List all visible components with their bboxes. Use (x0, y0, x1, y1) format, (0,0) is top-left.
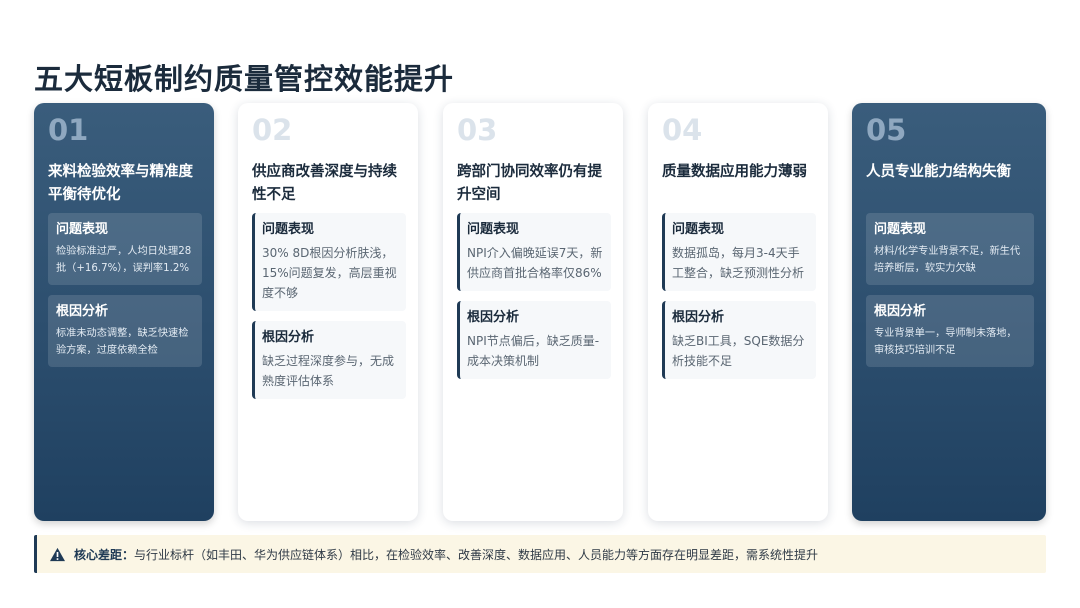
cause-text: 缺乏BI工具，SQE数据分析技能不足 (672, 334, 805, 368)
cause-box: 根因分析 NPI节点偏后，缺乏质量-成本决策机制 (457, 301, 611, 379)
issue-title: 问题表现 (56, 222, 109, 237)
cause-box: 根因分析 标准未动态调整，缺乏快速检验方案，过度依赖全检 (48, 295, 202, 367)
cause-title: 根因分析 (467, 310, 520, 325)
issue-text: 数据孤岛，每月3-4天手工整合，缺乏预测性分析 (672, 246, 805, 280)
cards-row: 01 来料检验效率与精准度平衡待优化 问题表现 检验标准过严，人均日处理28批（… (34, 103, 1046, 521)
cause-title: 根因分析 (874, 304, 927, 319)
issue-title: 问题表现 (467, 222, 520, 237)
cause-text: NPI节点偏后，缺乏质量-成本决策机制 (467, 334, 600, 368)
issue-text: 材料/化学专业背景不足，新生代培养断层，软实力欠缺 (874, 246, 1021, 274)
cause-title: 根因分析 (672, 310, 725, 325)
card-heading: 来料检验效率与精准度平衡待优化 (48, 164, 193, 203)
cause-title: 根因分析 (56, 304, 109, 319)
card-heading: 供应商改善深度与持续性不足 (252, 164, 397, 203)
card-03: 03 跨部门协同效率仍有提升空间 问题表现 NPI介入偏晚延误7天，新供应商首批… (443, 103, 623, 521)
core-gap-note: 核心差距： 与行业标杆（如丰田、华为供应链体系）相比，在检验效率、改善深度、数据… (34, 535, 1046, 573)
issue-title: 问题表现 (672, 222, 725, 237)
issue-text: NPI介入偏晚延误7天，新供应商首批合格率仅86% (467, 246, 603, 280)
cause-text: 标准未动态调整，缺乏快速检验方案，过度依赖全检 (56, 328, 189, 356)
issue-box: 问题表现 30% 8D根因分析肤浅，15%问题复发，高层重视度不够 (252, 213, 406, 311)
cause-title: 根因分析 (262, 330, 315, 345)
card-heading: 人员专业能力结构失衡 (866, 164, 1011, 180)
card-heading: 跨部门协同效率仍有提升空间 (457, 164, 602, 203)
card-number: 05 (866, 113, 907, 147)
card-02: 02 供应商改善深度与持续性不足 问题表现 30% 8D根因分析肤浅，15%问题… (238, 103, 418, 521)
cause-box: 根因分析 缺乏BI工具，SQE数据分析技能不足 (662, 301, 816, 379)
card-05: 05 人员专业能力结构失衡 问题表现 材料/化学专业背景不足，新生代培养断层，软… (852, 103, 1046, 521)
note-text: 与行业标杆（如丰田、华为供应链体系）相比，在检验效率、改善深度、数据应用、人员能… (134, 547, 819, 562)
issue-text: 30% 8D根因分析肤浅，15%问题复发，高层重视度不够 (262, 246, 397, 300)
card-number: 01 (48, 113, 89, 147)
card-heading: 质量数据应用能力薄弱 (662, 164, 807, 180)
card-01: 01 来料检验效率与精准度平衡待优化 问题表现 检验标准过严，人均日处理28批（… (34, 103, 214, 521)
cause-box: 根因分析 缺乏过程深度参与，无成熟度评估体系 (252, 321, 406, 399)
issue-box: 问题表现 检验标准过严，人均日处理28批（+16.7%），误判率1.2% (48, 213, 202, 285)
card-number: 03 (457, 113, 498, 147)
warning-icon (50, 547, 65, 561)
cause-text: 缺乏过程深度参与，无成熟度评估体系 (262, 354, 395, 388)
card-04: 04 质量数据应用能力薄弱 问题表现 数据孤岛，每月3-4天手工整合，缺乏预测性… (648, 103, 828, 521)
issue-title: 问题表现 (262, 222, 315, 237)
issue-title: 问题表现 (874, 222, 927, 237)
issue-box: 问题表现 材料/化学专业背景不足，新生代培养断层，软实力欠缺 (866, 213, 1034, 285)
cause-box: 根因分析 专业背景单一，导师制未落地，审核技巧培训不足 (866, 295, 1034, 367)
note-label: 核心差距： (74, 547, 135, 562)
issue-box: 问题表现 数据孤岛，每月3-4天手工整合，缺乏预测性分析 (662, 213, 816, 291)
card-number: 02 (252, 113, 293, 147)
issue-text: 检验标准过严，人均日处理28批（+16.7%），误判率1.2% (56, 246, 192, 274)
issue-box: 问题表现 NPI介入偏晚延误7天，新供应商首批合格率仅86% (457, 213, 611, 291)
card-number: 04 (662, 113, 703, 147)
cause-text: 专业背景单一，导师制未落地，审核技巧培训不足 (874, 328, 1017, 356)
page-title: 五大短板制约质量管控效能提升 (34, 62, 455, 96)
